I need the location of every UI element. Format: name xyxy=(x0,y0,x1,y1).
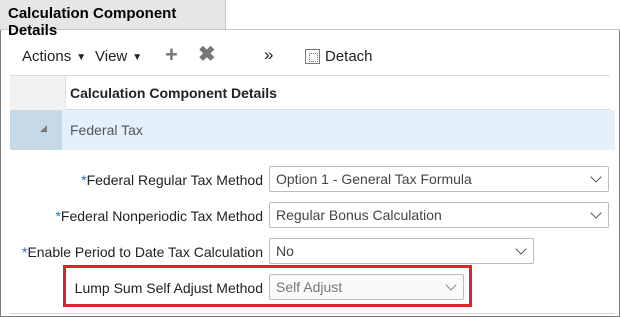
detach-button[interactable]: Detach xyxy=(325,48,373,65)
bottom-divider xyxy=(10,313,615,314)
plus-icon[interactable]: + xyxy=(165,44,178,66)
view-menu[interactable]: View ▼ xyxy=(95,48,142,65)
federal-nonperiodic-tax-method-label: *Federal Nonperiodic Tax Method xyxy=(55,208,263,224)
lump-sum-self-adjust-method-select[interactable]: Self Adjust xyxy=(269,274,464,300)
actions-label: Actions xyxy=(22,48,72,65)
grid-gutter xyxy=(10,76,66,110)
grid-header-label: Calculation Component Details xyxy=(70,85,277,101)
caret-down-icon: ▼ xyxy=(76,52,87,63)
enable-period-to-date-value: No xyxy=(276,243,294,259)
lump-sum-self-adjust-method-label-text: Lump Sum Self Adjust Method xyxy=(74,280,263,296)
detach-icon[interactable] xyxy=(305,49,320,64)
grid-header: Calculation Component Details xyxy=(10,75,610,110)
enable-period-to-date-label: *Enable Period to Date Tax Calculation xyxy=(22,244,263,260)
federal-nonperiodic-tax-method-label-text: Federal Nonperiodic Tax Method xyxy=(60,208,263,224)
tab-strip: Calculation Component Details xyxy=(0,0,620,39)
enable-period-to-date-select[interactable]: No xyxy=(269,238,534,264)
actions-menu[interactable]: Actions ▼ xyxy=(22,48,86,65)
chevron-down-icon xyxy=(515,243,527,255)
federal-regular-tax-method-label-text: Federal Regular Tax Method xyxy=(86,172,263,188)
chevron-down-icon xyxy=(445,279,457,291)
overflow-button[interactable]: » xyxy=(264,45,273,65)
overflow-label: » xyxy=(264,45,274,64)
chevron-down-icon xyxy=(590,207,602,219)
federal-regular-tax-method-select[interactable]: Option 1 - General Tax Formula xyxy=(269,166,609,192)
federal-regular-tax-method-value: Option 1 - General Tax Formula xyxy=(276,171,472,187)
x-icon[interactable]: ✖ xyxy=(198,44,216,66)
enable-period-to-date-label-text: Enable Period to Date Tax Calculation xyxy=(27,244,263,260)
chevron-down-icon xyxy=(590,171,602,183)
triangle-collapse-icon: ◢ xyxy=(40,123,47,133)
view-label: View xyxy=(95,48,128,65)
lump-sum-self-adjust-method-label: Lump Sum Self Adjust Method xyxy=(75,280,263,296)
caret-down-icon: ▼ xyxy=(132,52,143,63)
federal-regular-tax-method-label: *Federal Regular Tax Method xyxy=(81,172,263,188)
federal-tax-row[interactable]: ◢ Federal Tax xyxy=(10,110,615,150)
lump-sum-self-adjust-method-value: Self Adjust xyxy=(276,279,343,295)
federal-nonperiodic-tax-method-value: Regular Bonus Calculation xyxy=(276,207,442,223)
detach-label: Detach xyxy=(325,48,373,65)
tab-title: Calculation Component Details xyxy=(8,5,177,39)
federal-tax-label: Federal Tax xyxy=(70,122,143,138)
federal-nonperiodic-tax-method-select[interactable]: Regular Bonus Calculation xyxy=(269,202,609,228)
collapse-toggle[interactable]: ◢ xyxy=(10,110,62,150)
tab-calculation-component-details[interactable]: Calculation Component Details xyxy=(0,0,226,39)
